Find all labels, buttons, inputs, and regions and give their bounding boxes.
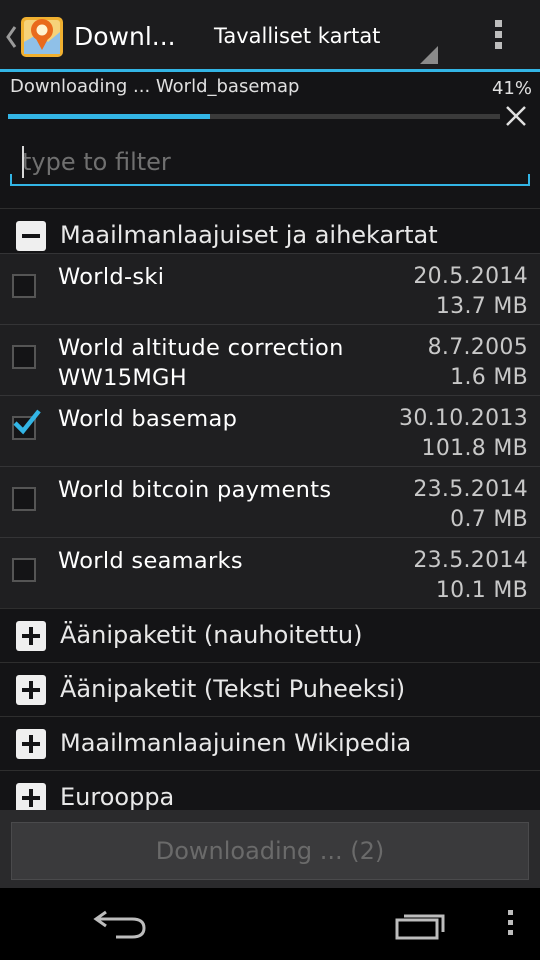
item-size: 0.7 MB bbox=[450, 507, 528, 532]
osmand-map-icon[interactable] bbox=[18, 12, 66, 60]
recent-apps-icon[interactable] bbox=[394, 908, 450, 940]
filter-box bbox=[10, 138, 530, 186]
expand-plus-icon[interactable] bbox=[16, 729, 46, 759]
group-label: Maailmanlaajuinen Wikipedia bbox=[60, 729, 412, 757]
group-header-collapsed[interactable]: Äänipaketit (nauhoitettu) bbox=[0, 608, 540, 662]
item-name: World altitude correction WW15MGH bbox=[58, 335, 344, 391]
download-status-text: Downloading ... World_basemap bbox=[10, 76, 300, 97]
text-cursor bbox=[22, 146, 24, 178]
system-nav-bar bbox=[0, 888, 540, 960]
list-item[interactable]: World altitude correction WW15MGH 8.7.20… bbox=[0, 324, 540, 395]
group-header-collapsed[interactable]: Eurooppa bbox=[0, 770, 540, 810]
expand-plus-icon[interactable] bbox=[16, 783, 46, 810]
item-size: 13.7 MB bbox=[435, 294, 528, 319]
spinner-selected-label: Tavalliset kartat bbox=[214, 24, 381, 48]
dropdown-triangle-icon bbox=[420, 46, 438, 64]
map-type-spinner[interactable]: Tavalliset kartat bbox=[196, 14, 440, 66]
group-label: Eurooppa bbox=[60, 783, 175, 810]
expand-plus-icon[interactable] bbox=[16, 621, 46, 651]
item-size: 101.8 MB bbox=[421, 436, 528, 461]
item-date: 23.5.2014 bbox=[413, 477, 528, 502]
group-label: Maailmanlaajuiset ja aihekartat bbox=[60, 221, 438, 249]
checkbox[interactable] bbox=[12, 487, 36, 511]
item-date: 8.7.2005 bbox=[427, 335, 528, 360]
progress-fill bbox=[8, 114, 210, 119]
overflow-menu-icon[interactable] bbox=[488, 20, 508, 52]
bottom-button-bar: Downloading ... (2) bbox=[0, 810, 540, 888]
list-item[interactable]: World seamarks 23.5.2014 10.1 MB bbox=[0, 537, 540, 608]
download-button[interactable]: Downloading ... (2) bbox=[11, 822, 529, 880]
list-item[interactable]: World-ski 20.5.2014 13.7 MB bbox=[0, 253, 540, 324]
item-name: World basemap bbox=[58, 406, 238, 432]
item-date: 20.5.2014 bbox=[413, 264, 528, 289]
checkbox[interactable] bbox=[12, 345, 36, 369]
group-header-collapsed[interactable]: Maailmanlaajuinen Wikipedia bbox=[0, 716, 540, 770]
checkbox[interactable] bbox=[12, 274, 36, 298]
item-size: 1.6 MB bbox=[450, 365, 528, 390]
item-size: 10.1 MB bbox=[435, 578, 528, 603]
collapse-minus-icon[interactable] bbox=[16, 221, 46, 251]
expand-plus-icon[interactable] bbox=[16, 675, 46, 705]
filter-input[interactable] bbox=[22, 144, 522, 180]
list-item[interactable]: World basemap 30.10.2013 101.8 MB bbox=[0, 395, 540, 466]
group-header-collapsed[interactable]: Äänipaketit (Teksti Puheeksi) bbox=[0, 662, 540, 716]
menu-icon[interactable] bbox=[500, 910, 520, 940]
list-item[interactable]: World bitcoin payments 23.5.2014 0.7 MB bbox=[0, 466, 540, 537]
download-percent: 41% bbox=[491, 78, 532, 99]
checkmark-icon bbox=[13, 409, 41, 435]
item-date: 23.5.2014 bbox=[413, 548, 528, 573]
item-name: World-ski bbox=[58, 264, 165, 290]
action-bar: Downl... Tavalliset kartat bbox=[0, 0, 540, 72]
item-date: 30.10.2013 bbox=[399, 406, 528, 431]
download-content: Downloading ... World_basemap 41% Maailm… bbox=[0, 72, 540, 810]
item-name: World bitcoin payments bbox=[58, 477, 332, 503]
app-title[interactable]: Downl... bbox=[74, 22, 176, 51]
close-icon[interactable] bbox=[502, 102, 530, 130]
item-name: World seamarks bbox=[58, 548, 243, 574]
group-label: Äänipaketit (nauhoitettu) bbox=[60, 621, 363, 649]
download-progress-bar bbox=[8, 114, 500, 119]
up-chevron-icon[interactable] bbox=[4, 24, 18, 50]
group-label: Äänipaketit (Teksti Puheeksi) bbox=[60, 675, 406, 703]
back-icon[interactable] bbox=[92, 908, 148, 940]
checkbox[interactable] bbox=[12, 558, 36, 582]
